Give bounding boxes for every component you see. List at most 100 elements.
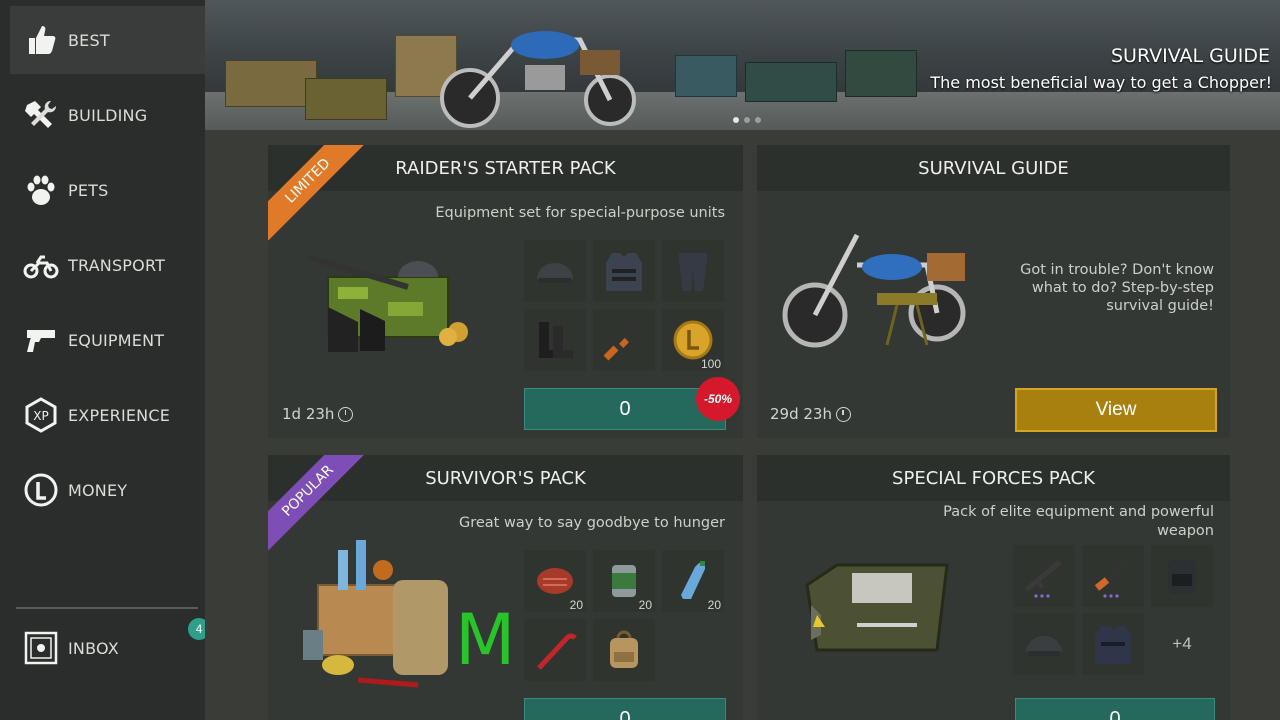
- xp-badge-icon: XP: [22, 396, 60, 434]
- crate-image: [745, 62, 837, 102]
- sidebar-item-label: TRANSPORT: [68, 255, 166, 275]
- description-line: Got in trouble? Don't know: [1020, 262, 1214, 278]
- item-slot[interactable]: [662, 240, 724, 302]
- item-slot[interactable]: [593, 240, 655, 302]
- item-slot[interactable]: [1013, 545, 1075, 607]
- sidebar-item-label: EXPERIENCE: [68, 405, 171, 425]
- item-slot[interactable]: [1082, 613, 1144, 675]
- sidebar-item-equipment[interactable]: EQUIPMENT: [10, 306, 205, 374]
- sidebar-divider: [16, 607, 198, 609]
- offer-timer: 1d 23h: [282, 405, 354, 423]
- item-slot[interactable]: [1013, 613, 1075, 675]
- paw-icon: [22, 171, 60, 209]
- hammer-wrench-icon: [22, 96, 60, 134]
- pagination-dot[interactable]: [733, 117, 739, 123]
- water-bottle-icon: [681, 561, 705, 599]
- price-label: 0: [619, 707, 631, 720]
- special-forces-pack-card: SPECIAL FORCES PACK Pack of elite equipm…: [757, 455, 1230, 720]
- banner-title: SURVIVAL GUIDE: [1110, 45, 1270, 67]
- card-description: Pack of elite equipment and powerful wea…: [943, 503, 1214, 541]
- item-slot[interactable]: [593, 619, 655, 681]
- timer-text: 29d 23h: [770, 405, 832, 423]
- gear-bundle-image: [307, 254, 468, 352]
- pistol-icon: [22, 321, 60, 359]
- motorcycle-icon: [22, 246, 60, 284]
- body-armor-icon: [606, 253, 642, 291]
- more-items[interactable]: +4: [1151, 613, 1213, 675]
- weapon-crate-image: [805, 563, 949, 652]
- survival-guide-card: SURVIVAL GUIDE Got in trouble? Don't kno…: [757, 145, 1230, 438]
- coin-icon: [673, 320, 713, 360]
- chopper-motorcycle-image: [782, 233, 966, 348]
- chopper-motorcycle-image: [440, 31, 636, 128]
- view-button[interactable]: View: [1015, 388, 1217, 432]
- item-slot[interactable]: [593, 309, 655, 371]
- item-count: 100: [700, 357, 721, 371]
- shop-main-panel: SURVIVAL GUIDE The most beneficial way t…: [205, 0, 1280, 720]
- item-slot[interactable]: 20: [662, 550, 724, 612]
- sidebar-item-money[interactable]: MONEY: [10, 456, 205, 524]
- sidebar-item-label: PETS: [68, 180, 109, 200]
- food-supplies-image: [303, 540, 448, 688]
- armored-pants-icon: [679, 253, 707, 291]
- sidebar-item-building[interactable]: BUILDING: [10, 81, 205, 149]
- item-slot[interactable]: [1082, 545, 1144, 607]
- pagination-dot[interactable]: [755, 117, 761, 123]
- item-slot[interactable]: 20: [593, 550, 655, 612]
- description-line: survival guide!: [1106, 298, 1214, 314]
- card-description: Equipment set for special-purpose units: [435, 205, 725, 221]
- sidebar-item-pets[interactable]: PETS: [10, 156, 205, 224]
- clock-icon: [835, 406, 851, 422]
- clock-icon: [338, 406, 354, 422]
- more-items-count: +4: [1172, 634, 1192, 653]
- buy-button[interactable]: 0: [524, 698, 726, 720]
- buy-button[interactable]: 0: [1015, 698, 1215, 720]
- card-description: Got in trouble? Don't know what to do? S…: [1020, 261, 1214, 315]
- crate-image: [845, 50, 917, 97]
- sidebar-item-label: MONEY: [68, 480, 128, 500]
- sidebar-item-transport[interactable]: TRANSPORT: [10, 231, 205, 299]
- item-count: 20: [638, 598, 652, 612]
- banner-subtitle: The most beneficial way to get a Chopper…: [930, 73, 1272, 92]
- body-armor-icon: [1095, 626, 1131, 664]
- pagination-dot[interactable]: [744, 117, 750, 123]
- thumbs-up-icon: [22, 21, 60, 59]
- meat-icon: [537, 568, 573, 594]
- card-title: SPECIAL FORCES PACK: [757, 455, 1230, 501]
- description-line: what to do? Step-by-step: [1031, 280, 1214, 296]
- sidebar-item-label: BUILDING: [68, 105, 148, 125]
- item-slot[interactable]: [524, 619, 586, 681]
- inbox-label: INBOX: [68, 638, 119, 658]
- helmet-icon: [1026, 636, 1062, 656]
- safe-icon: [22, 629, 60, 667]
- crate-image: [225, 60, 317, 107]
- raiders-starter-pack-card: RAIDER'S STARTER PACK LIMITED Equipment …: [268, 145, 743, 438]
- crate-image: [305, 78, 387, 120]
- banner-pagination: [733, 117, 761, 123]
- item-count: 20: [707, 598, 721, 612]
- card-title: SURVIVAL GUIDE: [757, 145, 1230, 191]
- item-slot[interactable]: [1151, 545, 1213, 607]
- sidebar-item-best[interactable]: BEST: [10, 6, 205, 74]
- sidebar-item-experience[interactable]: XP EXPERIENCE: [10, 381, 205, 449]
- price-label: 0: [619, 397, 631, 420]
- item-count: 20: [569, 598, 583, 612]
- boots-icon: [539, 322, 573, 358]
- tactical-backpack-icon: [1168, 560, 1196, 594]
- discount-badge: -50%: [696, 377, 740, 421]
- card-description: Great way to say goodbye to hunger: [459, 515, 725, 531]
- inbox-button[interactable]: INBOX 4: [10, 618, 210, 678]
- promo-banner[interactable]: SURVIVAL GUIDE The most beneficial way t…: [205, 0, 1280, 130]
- timer-text: 1d 23h: [282, 405, 335, 423]
- crowbar-icon: [537, 633, 577, 670]
- assault-rifle-icon: [1024, 560, 1062, 598]
- item-slot[interactable]: [524, 240, 586, 302]
- crate-image: [675, 55, 737, 97]
- assault-rifle-orange-icon: [1093, 560, 1131, 598]
- item-slot[interactable]: 100: [662, 309, 724, 371]
- svg-text:XP: XP: [33, 409, 48, 423]
- item-slot[interactable]: [524, 309, 586, 371]
- category-sidebar: BEST BUILDING PETS TRANSPORT EQUIPMENT X…: [0, 0, 210, 720]
- item-slot[interactable]: 20: [524, 550, 586, 612]
- description-line: weapon: [1157, 523, 1214, 539]
